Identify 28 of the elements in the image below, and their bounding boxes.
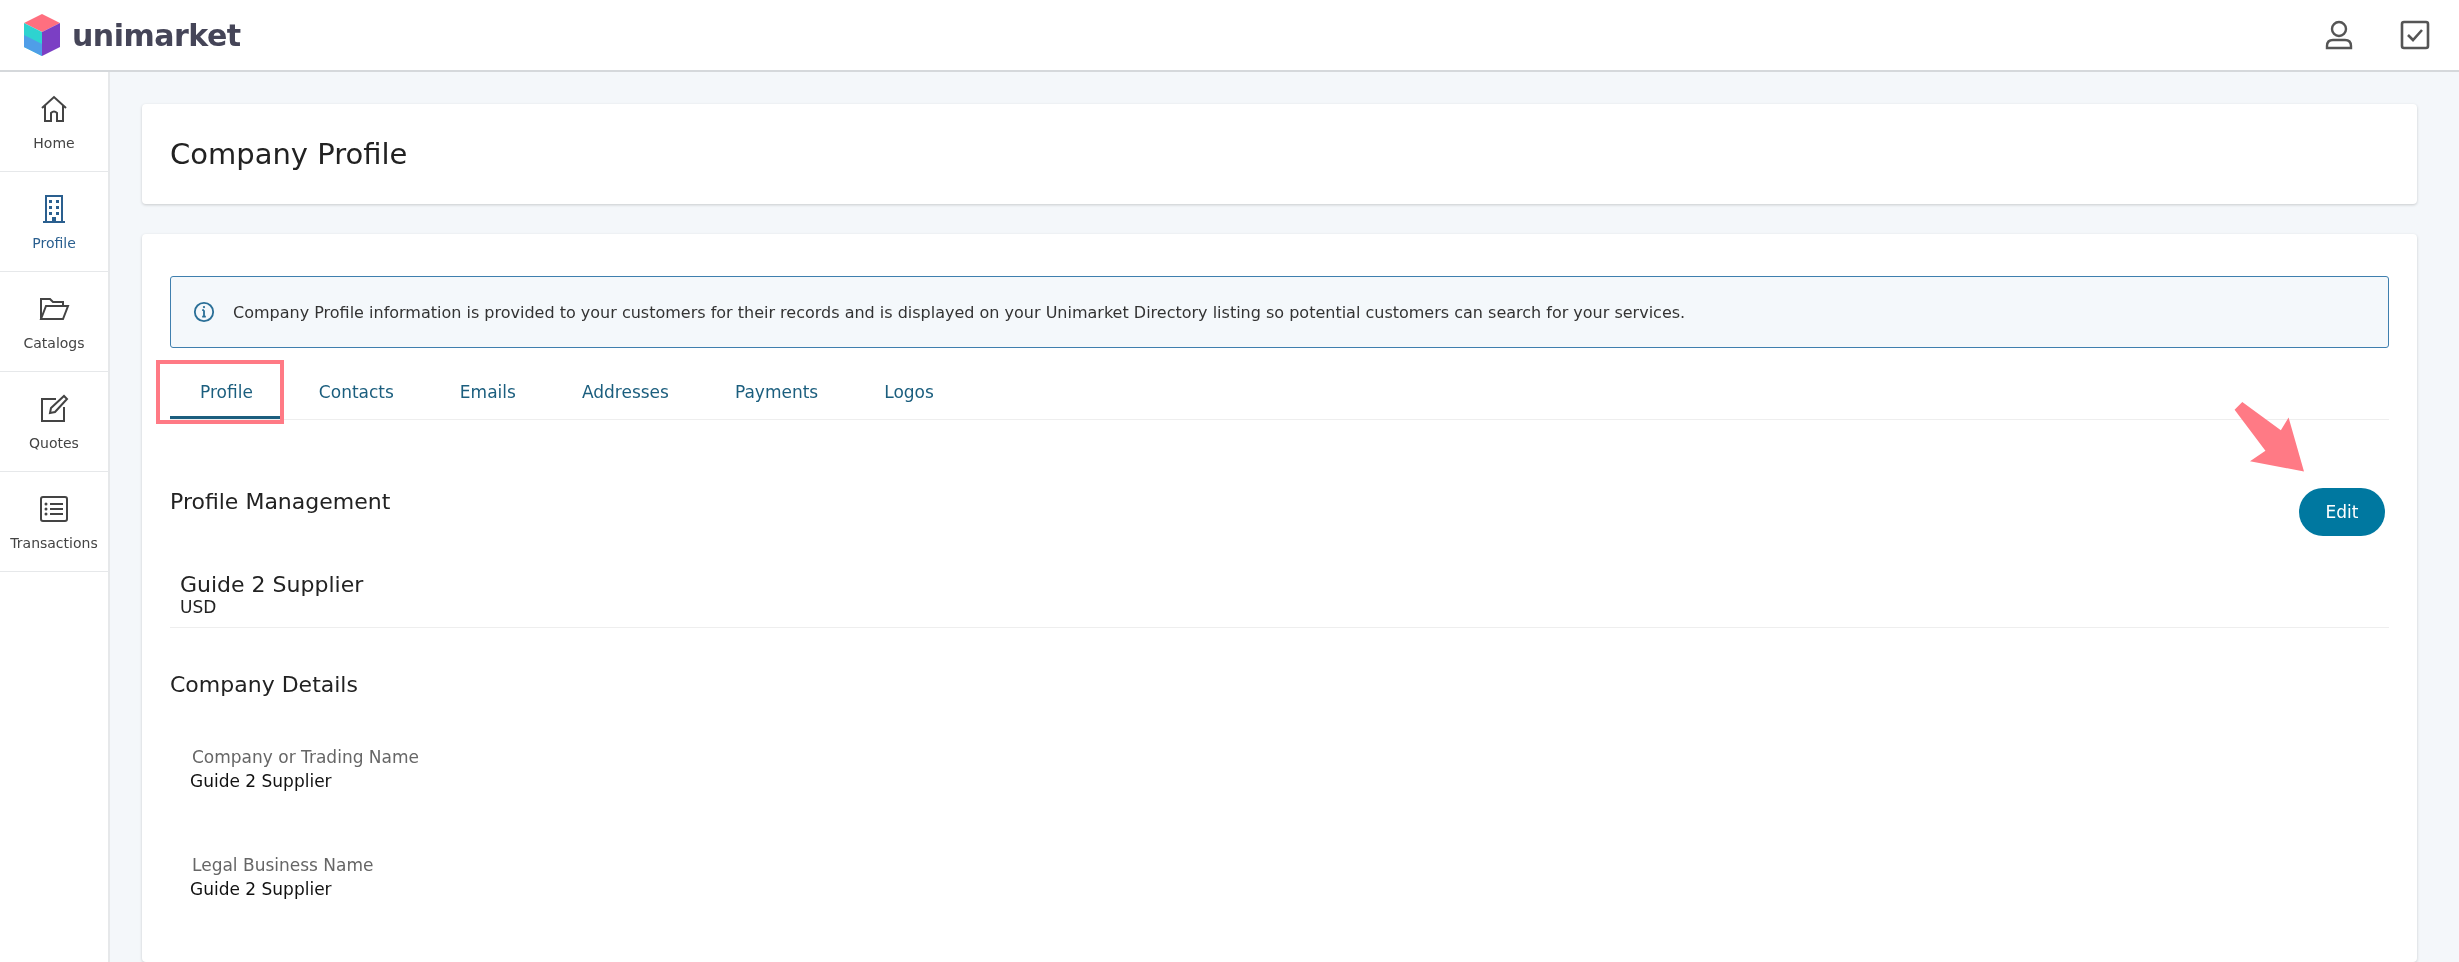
tab[interactable]: Addresses bbox=[551, 368, 699, 419]
sidebar-item[interactable]: Profile bbox=[0, 172, 108, 272]
tab[interactable]: Emails bbox=[429, 368, 546, 419]
sidebar-item[interactable]: Home bbox=[0, 72, 108, 172]
tab[interactable]: Contacts bbox=[288, 368, 424, 419]
info-icon bbox=[193, 301, 215, 323]
edit-icon bbox=[38, 392, 70, 425]
section-heading: Company Details bbox=[170, 672, 359, 697]
tab[interactable]: Payments bbox=[704, 368, 849, 419]
logo-icon bbox=[22, 12, 62, 58]
section-heading: Profile Management bbox=[170, 488, 391, 514]
field-value: Guide 2 Supplier bbox=[190, 771, 333, 791]
sidebar-item[interactable]: Quotes bbox=[0, 372, 108, 472]
company-name: Guide 2 Supplier bbox=[180, 572, 365, 597]
info-text: Company Profile information is provided to your customers for their records and is displayed on your Unimarket Directory listing so potential customers can search for your services. bbox=[233, 302, 1686, 322]
tab[interactable]: Profile bbox=[170, 368, 283, 419]
edit-button[interactable]: Edit bbox=[2299, 488, 2385, 536]
sidebar-item[interactable]: Transactions bbox=[0, 472, 108, 572]
field-label: Company or Trading Name bbox=[191, 747, 420, 767]
page-title: Company Profile bbox=[170, 137, 408, 171]
user-icon[interactable] bbox=[2323, 19, 2355, 51]
logo-text: unimarket bbox=[72, 17, 241, 53]
checkbox-icon[interactable] bbox=[2399, 19, 2431, 51]
currency-text: USD bbox=[180, 597, 218, 617]
field-value: Guide 2 Supplier bbox=[190, 879, 333, 899]
tab[interactable]: Logos bbox=[854, 368, 964, 419]
sidebar-item[interactable]: Catalogs bbox=[0, 272, 108, 372]
field-label: Legal Business Name bbox=[191, 855, 375, 875]
